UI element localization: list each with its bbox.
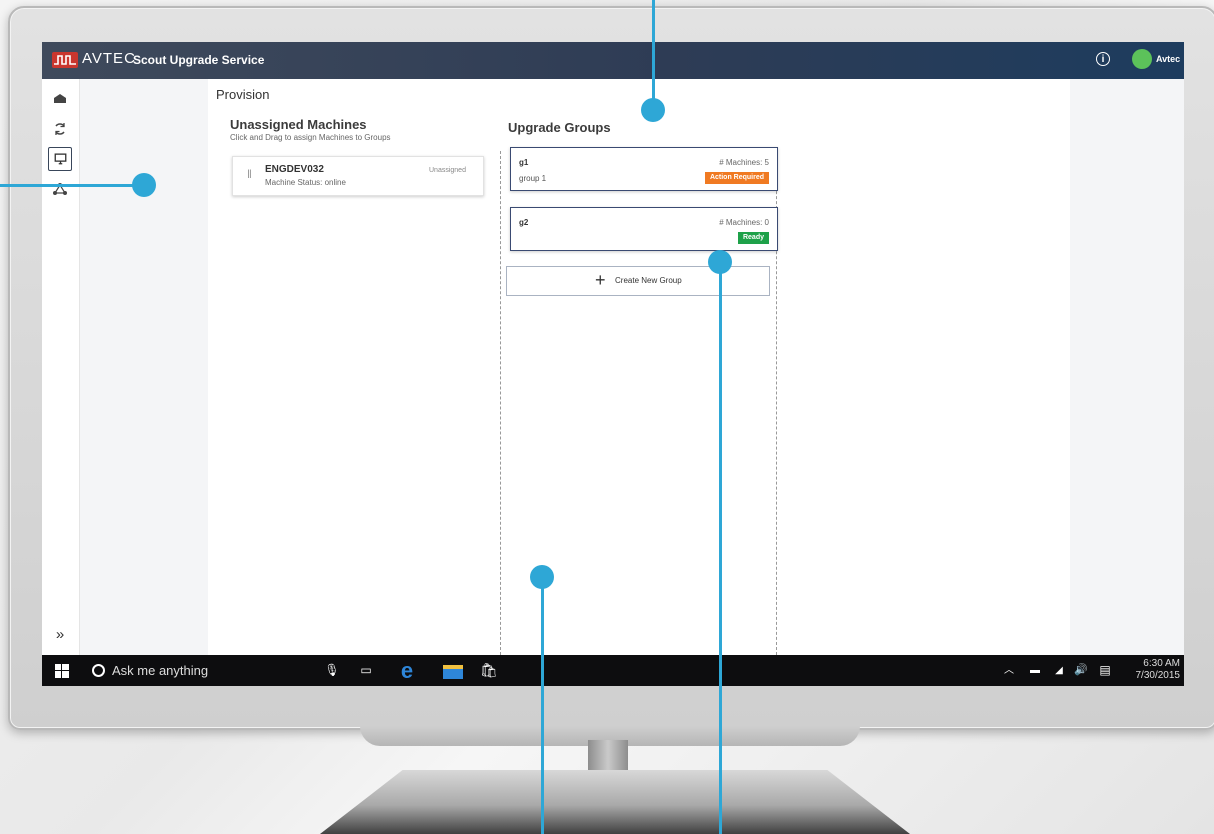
unassigned-machines-title: Unassigned Machines bbox=[230, 117, 367, 132]
callout-dot-drop-zone bbox=[530, 565, 554, 589]
edge-browser-icon[interactable]: e bbox=[394, 655, 420, 686]
status-badge: Action Required bbox=[704, 172, 769, 184]
callout-line-left bbox=[0, 183, 144, 187]
clock-date[interactable]: 7/30/2015 bbox=[1118, 670, 1181, 681]
user-name[interactable]: Avtec bbox=[1156, 54, 1180, 64]
unassigned-machines-subtitle: Click and Drag to assign Machines to Gro… bbox=[230, 133, 391, 142]
clock-time[interactable]: 6:30 AM bbox=[1128, 658, 1180, 669]
volume-icon[interactable]: 🔊 bbox=[1072, 655, 1090, 686]
page-title: Provision bbox=[216, 87, 270, 102]
app-header: AVTEC Scout Upgrade Service i Avtec bbox=[42, 42, 1184, 79]
group-card-g2[interactable]: g2 # Machines: 0 Ready bbox=[510, 207, 778, 251]
drag-handle-icon[interactable]: ‖ bbox=[247, 167, 252, 181]
monitor-icon[interactable] bbox=[48, 147, 72, 171]
right-gutter bbox=[1070, 79, 1184, 655]
expand-sidebar-icon[interactable]: » bbox=[48, 625, 72, 645]
group-name: g2 bbox=[519, 218, 529, 227]
taskbar: Ask me anything 🎙 ▭ e 🛍 ︿ ▬ ◢ 🔊 ▤ 6:30 A… bbox=[42, 655, 1184, 686]
group-description: group 1 bbox=[519, 174, 547, 183]
callout-line-bottom bbox=[540, 577, 544, 834]
network-icon[interactable] bbox=[48, 177, 72, 201]
home-icon[interactable] bbox=[48, 87, 72, 111]
callout-line-right bbox=[718, 262, 722, 834]
group-card-g1[interactable]: g1 group 1 # Machines: 5 Action Required bbox=[510, 147, 778, 191]
windows-start-icon[interactable] bbox=[50, 655, 74, 686]
refresh-icon[interactable] bbox=[48, 117, 72, 141]
machine-card[interactable]: ‖ ENGDEV032 Machine Status: online Unass… bbox=[232, 156, 484, 196]
machine-assignment-state: Unassigned bbox=[429, 167, 466, 174]
file-explorer-icon[interactable] bbox=[440, 655, 466, 686]
cortana-icon[interactable] bbox=[92, 664, 105, 677]
chevron-up-icon[interactable]: ︿ bbox=[1002, 655, 1016, 686]
group-name: g1 bbox=[519, 158, 529, 167]
action-center-icon[interactable]: ▤ bbox=[1096, 655, 1114, 686]
callout-line-top bbox=[651, 0, 655, 110]
task-view-icon[interactable]: ▭ bbox=[356, 655, 376, 686]
avtec-logo-icon bbox=[52, 52, 78, 68]
monitor-stand-base bbox=[320, 770, 910, 834]
battery-icon[interactable]: ▬ bbox=[1026, 655, 1044, 686]
taskbar-search-box[interactable]: Ask me anything bbox=[112, 663, 208, 678]
status-badge: Ready bbox=[737, 232, 769, 244]
store-icon[interactable]: 🛍 bbox=[478, 655, 500, 686]
brand-logo-text: AVTEC bbox=[82, 50, 136, 67]
create-new-group-button[interactable]: + Create New Group bbox=[506, 266, 770, 296]
callout-dot-sidebar bbox=[132, 173, 156, 197]
callout-dot-group-card bbox=[708, 250, 732, 274]
info-icon[interactable]: i bbox=[1096, 52, 1110, 66]
avatar[interactable] bbox=[1132, 49, 1152, 69]
group-machine-count: # Machines: 5 bbox=[719, 158, 769, 167]
main-content: Provision Unassigned Machines Click and … bbox=[208, 79, 1070, 675]
plus-icon: + bbox=[595, 270, 606, 290]
wifi-icon[interactable]: ◢ bbox=[1050, 655, 1068, 686]
group-machine-count: # Machines: 0 bbox=[719, 218, 769, 227]
microphone-icon[interactable]: 🎙 bbox=[322, 655, 342, 686]
create-new-group-label: Create New Group bbox=[615, 276, 682, 285]
left-gutter bbox=[80, 79, 208, 655]
sidebar: » bbox=[42, 79, 80, 655]
screen: AVTEC Scout Upgrade Service i Avtec » Pr… bbox=[42, 42, 1184, 686]
app-title: Scout Upgrade Service bbox=[133, 53, 265, 67]
machine-name: ENGDEV032 bbox=[265, 164, 324, 175]
callout-dot-groups bbox=[641, 98, 665, 122]
upgrade-groups-title: Upgrade Groups bbox=[508, 120, 611, 135]
column-divider-left bbox=[500, 151, 501, 675]
machine-status: Machine Status: online bbox=[265, 178, 346, 187]
